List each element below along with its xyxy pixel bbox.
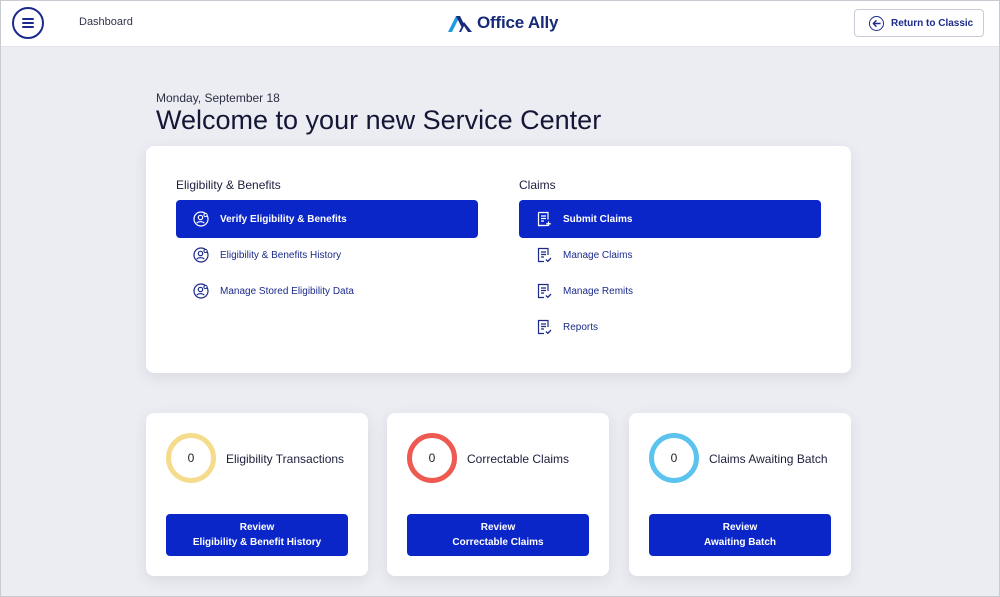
claims-section-title: Claims (519, 178, 556, 192)
claims-section: Claims Submit Claims Manage Claims Manag… (519, 178, 821, 346)
stat-label: Eligibility Transactions (226, 452, 345, 466)
menu-button[interactable] (12, 7, 44, 39)
manage-stored-eligibility-link[interactable]: Manage Stored Eligibility Data (176, 272, 478, 310)
claims-awaiting-batch-card: 0 Claims Awaiting Batch Review Awaiting … (629, 413, 851, 576)
reports-link[interactable]: Reports (519, 308, 821, 346)
document-check-icon (535, 318, 553, 336)
review-awaiting-batch-button[interactable]: Review Awaiting Batch (649, 514, 831, 556)
button-line-2: Awaiting Batch (703, 537, 777, 548)
document-plus-icon (535, 210, 553, 228)
document-check-icon (535, 246, 553, 264)
button-line-1: Review (480, 522, 516, 533)
eligibility-transactions-card: 0 Eligibility Transactions Review Eligib… (146, 413, 368, 576)
service-center-card: Eligibility & Benefits Verify Eligibilit… (146, 146, 851, 373)
page-title: Welcome to your new Service Center (156, 105, 602, 135)
review-eligibility-history-button[interactable]: Review Eligibility & Benefit History (166, 514, 348, 556)
manage-claims-link[interactable]: Manage Claims (519, 236, 821, 274)
return-to-classic-button[interactable]: Return to Classic (854, 9, 984, 37)
document-check-icon (535, 282, 553, 300)
breadcrumb[interactable]: Dashboard (79, 16, 133, 28)
manage-claims-label: Manage Claims (563, 249, 633, 261)
button-line-1: Review (722, 522, 758, 533)
eligibility-history-link[interactable]: Eligibility & Benefits History (176, 236, 478, 274)
count-ring: 0 (407, 433, 457, 483)
user-search-icon (192, 282, 210, 300)
logo[interactable]: Office Ally (447, 11, 558, 35)
current-date: Monday, September 18 (156, 91, 280, 105)
count-ring: 0 (649, 433, 699, 483)
reports-label: Reports (563, 321, 599, 333)
office-ally-logo-icon (448, 16, 472, 32)
button-line-2: Correctable Claims (452, 537, 544, 548)
submit-claims-label: Submit Claims (563, 213, 633, 225)
review-correctable-claims-button[interactable]: Review Correctable Claims (407, 514, 589, 556)
hamburger-icon (22, 18, 34, 28)
arrow-left-circle-icon (869, 15, 884, 31)
eligibility-section: Eligibility & Benefits Verify Eligibilit… (176, 178, 478, 310)
manage-remits-label: Manage Remits (563, 285, 634, 297)
button-line-2: Eligibility & Benefit History (192, 537, 322, 548)
user-search-icon (192, 246, 210, 264)
user-search-icon (192, 210, 210, 228)
submit-claims-link[interactable]: Submit Claims (519, 200, 821, 238)
stat-label: Claims Awaiting Batch (709, 452, 828, 466)
correctable-claims-card: 0 Correctable Claims Review Correctable … (387, 413, 609, 576)
top-bar: Dashboard Office Ally Return to Classic (1, 1, 999, 47)
logo-text: Office Ally (477, 13, 559, 32)
stat-label: Correctable Claims (467, 452, 570, 466)
verify-eligibility-label: Verify Eligibility & Benefits (220, 213, 347, 225)
count-ring: 0 (166, 433, 216, 483)
return-to-classic-label: Return to Classic (891, 17, 974, 29)
eligibility-section-title: Eligibility & Benefits (176, 178, 281, 192)
manage-remits-link[interactable]: Manage Remits (519, 272, 821, 310)
verify-eligibility-link[interactable]: Verify Eligibility & Benefits (176, 200, 478, 238)
button-line-1: Review (239, 522, 275, 533)
manage-stored-eligibility-label: Manage Stored Eligibility Data (220, 285, 354, 297)
eligibility-history-label: Eligibility & Benefits History (220, 249, 342, 261)
